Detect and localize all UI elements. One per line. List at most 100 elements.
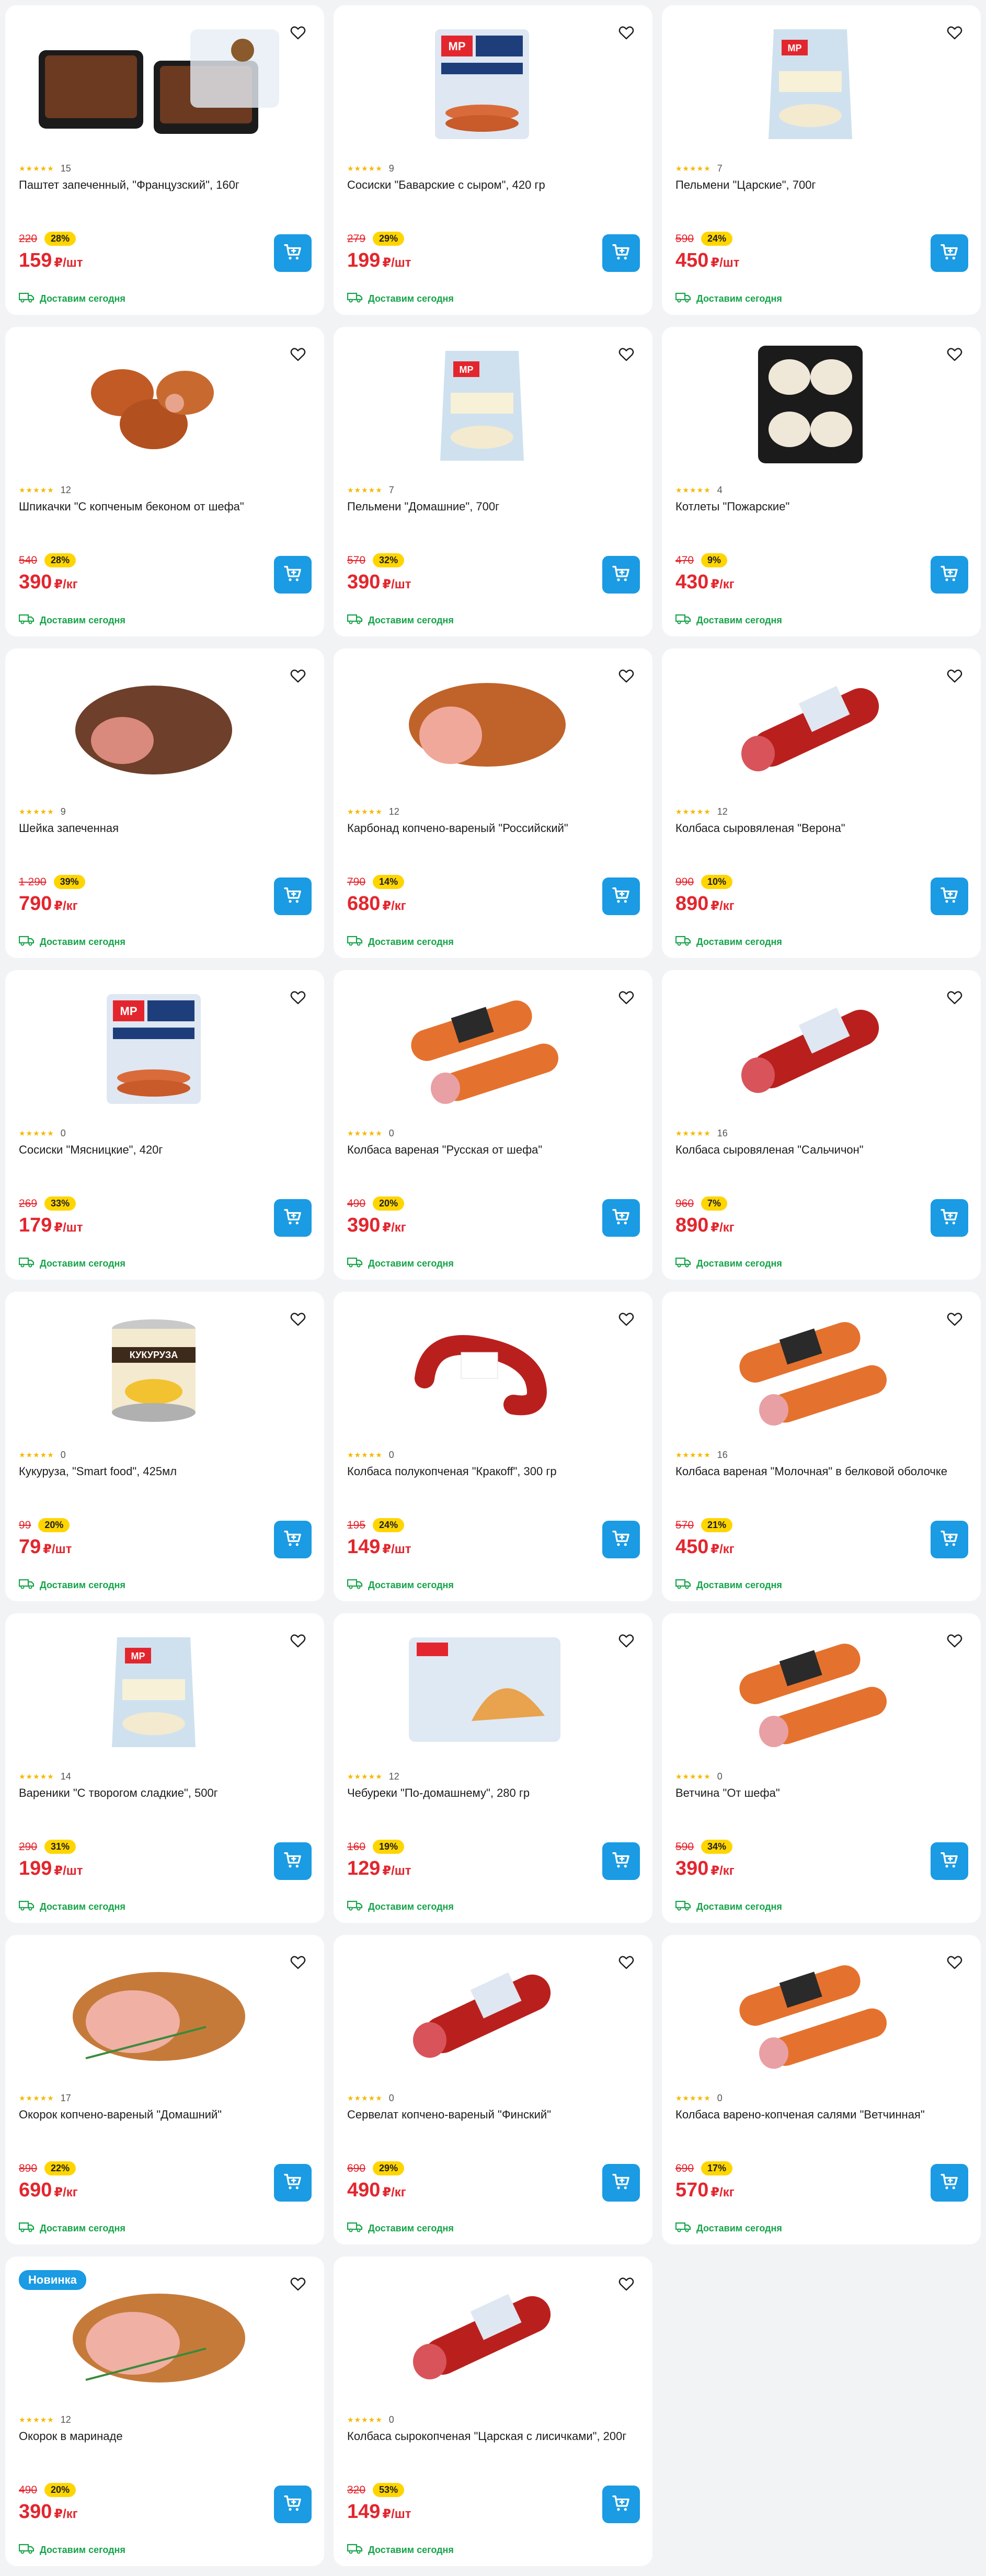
favorite-heart-icon[interactable] [286,1629,309,1652]
add-to-cart-button[interactable] [931,1842,968,1880]
product-name[interactable]: Чебуреки "По-домашнему", 280 гр [347,1786,640,1800]
add-to-cart-button[interactable] [931,877,968,915]
product-name[interactable]: Ветчина "От шефа" [675,1786,968,1800]
add-to-cart-button[interactable] [602,234,640,272]
favorite-heart-icon[interactable] [615,1951,638,1974]
product-name[interactable]: Колбаса сыровяленая "Верона" [675,821,968,836]
product-image[interactable] [674,1948,944,2074]
product-card[interactable]: ★★★★★ 0 Колбаса сырокопченая "Царская с … [334,2256,652,2566]
product-image[interactable] [674,984,944,1109]
product-card[interactable]: ★★★★★ 12 Карбонад копчено-вареный "Росси… [334,648,652,958]
product-name[interactable]: Пельмени "Царские", 700г [675,178,968,192]
product-name[interactable]: Колбаса сырокопченая "Царская с лисичкам… [347,2429,640,2444]
add-to-cart-button[interactable] [602,1199,640,1237]
product-image[interactable] [346,984,616,1109]
product-image[interactable] [674,662,944,788]
product-card[interactable]: ★★★★★ 16 Колбаса сыровяленая "Сальчичон"… [662,970,981,1280]
product-image[interactable] [18,340,288,466]
product-image[interactable] [346,1948,616,2074]
product-name[interactable]: Колбаса полукопченая "Кракoff", 300 гр [347,1464,640,1479]
product-card[interactable]: ★★★★★ 0 Сервелат копчено-вареный "Фински… [334,1935,652,2244]
product-name[interactable]: Сосиски "Баварские с сыром", 420 гр [347,178,640,192]
product-card[interactable]: MP ★★★★★ 0 Сосиски "Мясницкие", 420г 269… [5,970,324,1280]
favorite-heart-icon[interactable] [286,664,309,687]
favorite-heart-icon[interactable] [943,986,966,1009]
product-name[interactable]: Пельмени "Домашние", 700г [347,499,640,514]
add-to-cart-button[interactable] [274,234,312,272]
favorite-heart-icon[interactable] [286,1307,309,1330]
product-card[interactable]: Новинка ★★★★★ 12 Окорок в маринаде 490 2… [5,2256,324,2566]
favorite-heart-icon[interactable] [615,664,638,687]
product-card[interactable]: MP ★★★★★ 7 Пельмени "Домашние", 700г 570… [334,327,652,636]
favorite-heart-icon[interactable] [943,343,966,366]
product-image[interactable] [346,1305,616,1431]
product-name[interactable]: Паштет запеченный, "Французский", 160г [19,178,312,192]
product-name[interactable]: Окорок в маринаде [19,2429,312,2444]
favorite-heart-icon[interactable] [615,2272,638,2295]
product-card[interactable]: ★★★★★ 12 Шпикачки "С копченым беконом от… [5,327,324,636]
product-card[interactable]: ★★★★★ 17 Окорок копчено-вареный "Домашни… [5,1935,324,2244]
favorite-heart-icon[interactable] [943,21,966,44]
favorite-heart-icon[interactable] [286,21,309,44]
add-to-cart-button[interactable] [602,2164,640,2202]
favorite-heart-icon[interactable] [615,986,638,1009]
product-image[interactable]: MP [18,1627,288,1752]
favorite-heart-icon[interactable] [286,343,309,366]
product-name[interactable]: Колбаса вареная "Русская от шефа" [347,1143,640,1157]
product-name[interactable]: Карбонад копчено-вареный "Российский" [347,821,640,836]
product-name[interactable]: Окорок копчено-вареный "Домашний" [19,2107,312,2122]
add-to-cart-button[interactable] [602,1521,640,1558]
product-image[interactable] [18,662,288,788]
favorite-heart-icon[interactable] [615,21,638,44]
product-name[interactable]: Сервелат копчено-вареный "Финский" [347,2107,640,2122]
add-to-cart-button[interactable] [274,877,312,915]
add-to-cart-button[interactable] [274,556,312,594]
product-card[interactable]: ★★★★★ 12 Колбаса сыровяленая "Верона" 99… [662,648,981,958]
product-image[interactable] [674,340,944,466]
add-to-cart-button[interactable] [931,234,968,272]
product-card[interactable]: КУКУРУЗА ★★★★★ 0 Кукуруза, "Smart food",… [5,1292,324,1601]
product-name[interactable]: Колбаса варено-копченая салями "Ветчинна… [675,2107,968,2122]
add-to-cart-button[interactable] [931,1199,968,1237]
product-card[interactable]: MP ★★★★★ 7 Пельмени "Царские", 700г 590 … [662,5,981,315]
product-name[interactable]: Вареники "С творогом сладкие", 500г [19,1786,312,1800]
add-to-cart-button[interactable] [274,1521,312,1558]
add-to-cart-button[interactable] [274,1842,312,1880]
favorite-heart-icon[interactable] [943,1629,966,1652]
add-to-cart-button[interactable] [602,556,640,594]
product-card[interactable]: ★★★★★ 0 Колбаса полукопченая "Кракoff", … [334,1292,652,1601]
add-to-cart-button[interactable] [931,556,968,594]
product-image[interactable] [18,19,288,144]
add-to-cart-button[interactable] [931,2164,968,2202]
favorite-heart-icon[interactable] [615,1307,638,1330]
product-name[interactable]: Колбаса сыровяленая "Сальчичон" [675,1143,968,1157]
favorite-heart-icon[interactable] [943,1307,966,1330]
product-card[interactable]: ★★★★★ 12 Чебуреки "По-домашнему", 280 гр… [334,1613,652,1923]
product-image[interactable]: MP [18,984,288,1109]
product-card[interactable]: MP ★★★★★ 9 Сосиски "Баварские с сыром", … [334,5,652,315]
product-image[interactable]: MP [346,19,616,144]
favorite-heart-icon[interactable] [286,986,309,1009]
product-name[interactable]: Шейка запеченная [19,821,312,836]
add-to-cart-button[interactable] [274,2164,312,2202]
product-card[interactable]: ★★★★★ 9 Шейка запеченная 1 290 39% 790 ₽/… [5,648,324,958]
product-card[interactable]: ★★★★★ 0 Колбаса вареная "Русская от шефа… [334,970,652,1280]
add-to-cart-button[interactable] [602,877,640,915]
add-to-cart-button[interactable] [602,1842,640,1880]
product-image[interactable] [346,662,616,788]
favorite-heart-icon[interactable] [943,1951,966,1974]
add-to-cart-button[interactable] [274,1199,312,1237]
product-card[interactable]: ★★★★★ 4 Котлеты "Пожарские" 470 9% 430 ₽/… [662,327,981,636]
favorite-heart-icon[interactable] [943,664,966,687]
product-card[interactable]: ★★★★★ 0 Ветчина "От шефа" 590 34% 390 ₽/к… [662,1613,981,1923]
product-name[interactable]: Колбаса вареная "Молочная" в белковой об… [675,1464,968,1479]
product-image[interactable]: КУКУРУЗА [18,1305,288,1431]
product-card[interactable]: ★★★★★ 0 Колбаса варено-копченая салями "… [662,1935,981,2244]
product-card[interactable]: ★★★★★ 16 Колбаса вареная "Молочная" в бе… [662,1292,981,1601]
product-image[interactable]: MP [346,340,616,466]
product-image[interactable] [346,1627,616,1752]
product-image[interactable] [18,1948,288,2074]
product-name[interactable]: Котлеты "Пожарские" [675,499,968,514]
favorite-heart-icon[interactable] [615,1629,638,1652]
product-name[interactable]: Шпикачки "С копченым беконом от шефа" [19,499,312,514]
